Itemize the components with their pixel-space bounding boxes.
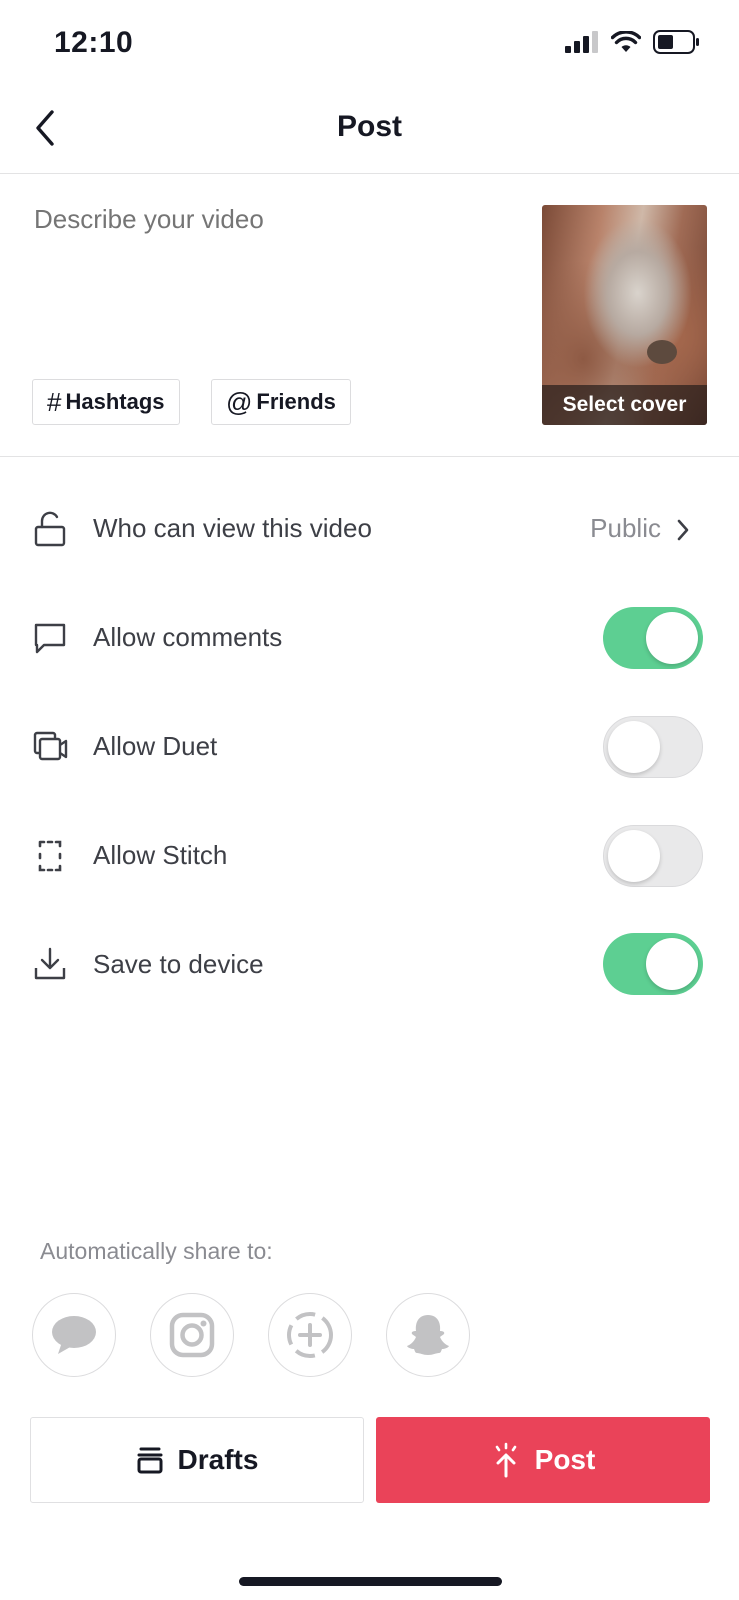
page-title: Post (336, 110, 402, 143)
battery-icon (653, 30, 699, 54)
share-instagram-button[interactable] (150, 1293, 234, 1377)
status-time: 12:10 (54, 26, 134, 59)
download-icon (34, 947, 66, 980)
status-icons (565, 30, 699, 54)
visibility-label: Who can view this video (93, 513, 372, 543)
section-divider (0, 456, 739, 457)
share-snapchat-button[interactable] (386, 1293, 470, 1377)
toggle-knob (608, 830, 660, 882)
message-icon (52, 1316, 96, 1354)
header-divider (0, 173, 739, 174)
comments-toggle[interactable] (603, 607, 703, 669)
cover-image-detail (647, 340, 677, 364)
add-story-icon (287, 1312, 333, 1358)
chevron-right-icon (677, 519, 689, 541)
toggle-knob (608, 721, 660, 773)
signal-bars-icon (565, 31, 598, 53)
post-button[interactable]: Post (376, 1417, 710, 1503)
save-toggle[interactable] (603, 933, 703, 995)
duet-toggle[interactable] (603, 716, 703, 778)
hashtag-icon: # (47, 386, 62, 417)
share-story-button[interactable] (268, 1293, 352, 1377)
friends-chip[interactable]: @ Friends (211, 379, 351, 425)
select-cover-button[interactable]: Select cover (542, 385, 707, 425)
share-label: Automatically share to: (40, 1238, 273, 1264)
lock-open-icon (34, 511, 66, 547)
drafts-icon (137, 1447, 163, 1474)
post-upload-icon (495, 1442, 516, 1478)
snapchat-icon (407, 1315, 449, 1355)
description-input[interactable] (34, 204, 504, 235)
duet-icon (33, 731, 68, 761)
comments-label: Allow comments (93, 622, 283, 652)
home-indicator[interactable] (239, 1577, 502, 1586)
comment-icon (34, 623, 66, 654)
hashtags-chip[interactable]: # Hashtags (32, 379, 180, 425)
stitch-label: Allow Stitch (93, 840, 228, 870)
instagram-icon (169, 1312, 215, 1358)
drafts-button[interactable]: Drafts (30, 1417, 364, 1503)
toggle-knob (646, 612, 698, 664)
visibility-row[interactable]: Who can view this video Public (0, 494, 739, 564)
cover-thumbnail[interactable]: Select cover (542, 205, 707, 425)
at-icon: @ (226, 386, 253, 417)
save-label: Save to device (93, 949, 264, 979)
toggle-knob (646, 938, 698, 990)
wifi-icon (611, 31, 641, 52)
share-message-button[interactable] (32, 1293, 116, 1377)
stitch-toggle[interactable] (603, 825, 703, 887)
visibility-value: Public (590, 513, 661, 543)
drafts-label: Drafts (177, 1444, 259, 1475)
duet-label: Allow Duet (93, 731, 218, 761)
stitch-icon (38, 840, 62, 872)
post-label: Post (534, 1444, 596, 1475)
friends-chip-label: Friends (256, 389, 336, 414)
hashtags-chip-label: Hashtags (65, 389, 165, 414)
